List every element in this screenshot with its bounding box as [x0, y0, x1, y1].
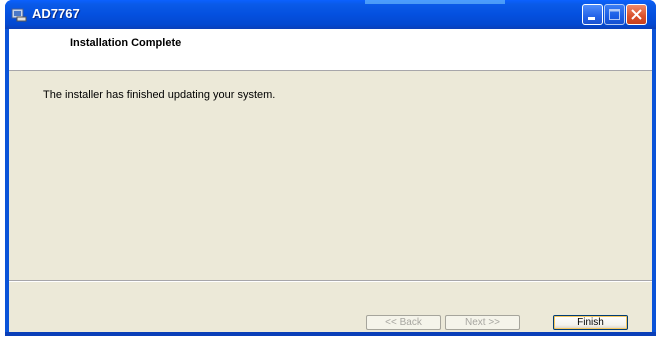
footer-divider	[9, 280, 652, 282]
close-icon	[631, 9, 642, 20]
minimize-button[interactable]	[582, 4, 603, 25]
close-button[interactable]	[626, 4, 647, 25]
app-icon	[11, 8, 27, 22]
page-title: Installation Complete	[70, 37, 182, 49]
back-button[interactable]: << Back	[366, 315, 441, 330]
window-title: AD7767	[32, 6, 80, 21]
completion-message: The installer has finished updating your…	[43, 89, 276, 101]
title-bar[interactable]: AD7767	[5, 0, 656, 29]
maximize-button[interactable]	[604, 4, 625, 25]
next-button[interactable]: Next >>	[445, 315, 520, 330]
finish-button[interactable]: Finish	[553, 315, 628, 330]
window-bottom-border	[5, 332, 656, 336]
dialog-client-area: Installation Complete The installer has …	[9, 29, 652, 332]
title-bar-highlight	[365, 0, 505, 4]
dialog-header: Installation Complete	[9, 29, 652, 71]
installer-window: AD7767 Installation Complete The install…	[5, 0, 656, 336]
minimize-icon	[588, 17, 595, 20]
maximize-icon	[609, 9, 620, 20]
